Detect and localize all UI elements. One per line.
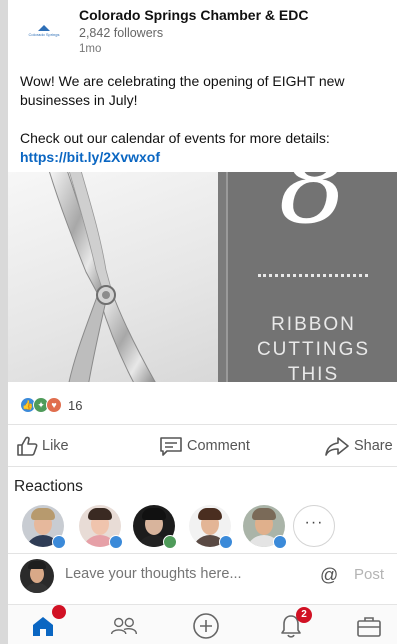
celebrate-badge-icon	[163, 535, 177, 549]
post-image[interactable]: 8 RIBBON CUTTINGS THIS	[8, 172, 397, 382]
notifications-badge: 2	[296, 607, 312, 623]
post-text: Wow! We are celebrating the opening of E…	[20, 72, 392, 167]
love-icon: ♥	[46, 397, 62, 413]
scissors-icon	[49, 172, 156, 382]
home-icon	[33, 617, 53, 636]
reactor-item[interactable]	[243, 505, 289, 551]
like-badge-icon	[109, 535, 123, 549]
home-dot-badge	[52, 605, 66, 619]
reaction-summary[interactable]: 👍 ✦ ♥ 16	[20, 396, 82, 414]
bottom-nav: 2	[8, 604, 397, 644]
post-text-line: Check out our calendar of events for mor…	[20, 130, 330, 146]
nav-network[interactable]	[109, 611, 139, 641]
my-avatar[interactable]	[20, 559, 54, 593]
ribbon-cuttings-panel: 8 RIBBON CUTTINGS THIS	[218, 172, 397, 382]
reactor-avatars: ···	[8, 505, 397, 551]
dotted-divider	[258, 274, 368, 277]
post-age: 1mo	[79, 43, 102, 55]
reaction-count: 16	[68, 397, 83, 413]
post-header: Colorado Springs Colorado Springs Chambe…	[8, 0, 397, 64]
post-screen: Colorado Springs Colorado Springs Chambe…	[8, 0, 397, 644]
comment-button[interactable]: Comment	[159, 436, 250, 456]
comment-input[interactable]	[65, 566, 295, 582]
share-label: Share	[354, 438, 393, 454]
more-reactions-button[interactable]: ···	[293, 505, 335, 547]
mountain-icon	[38, 25, 50, 31]
like-badge-icon	[219, 535, 233, 549]
nav-jobs[interactable]	[354, 611, 384, 641]
divider	[8, 424, 397, 425]
company-logo[interactable]: Colorado Springs	[22, 14, 66, 48]
follower-count: 2,842 followers	[79, 26, 164, 40]
caption-line: CUTTINGS	[256, 339, 371, 360]
reactor-item[interactable]	[133, 505, 179, 551]
action-bar: Like Comment Share	[8, 428, 397, 464]
like-badge-icon	[52, 535, 66, 549]
post-comment-button[interactable]: Post	[354, 566, 384, 583]
share-arrow-icon	[325, 437, 349, 456]
plus-circle-icon	[193, 613, 219, 639]
briefcase-icon	[357, 617, 381, 637]
caption-line: THIS	[287, 364, 340, 382]
divider	[8, 466, 397, 467]
logo-text: Colorado Springs	[28, 32, 60, 37]
like-button[interactable]: Like	[16, 436, 69, 456]
post-text-line: Wow! We are celebrating the opening of E…	[20, 73, 345, 108]
reactions-title: Reactions	[14, 478, 83, 495]
mention-button[interactable]: @	[320, 565, 338, 586]
big-number: 8	[278, 172, 349, 248]
divider	[8, 553, 397, 554]
reactor-item[interactable]	[79, 505, 125, 551]
post-link[interactable]: https://bit.ly/2Xvwxof	[20, 148, 392, 167]
thumbs-up-icon	[17, 436, 38, 456]
company-name[interactable]: Colorado Springs Chamber & EDC	[79, 7, 308, 23]
comment-icon	[160, 437, 182, 456]
reactor-item[interactable]	[189, 505, 235, 551]
caption-line: RIBBON	[271, 314, 356, 335]
like-label: Like	[42, 438, 69, 454]
comment-label: Comment	[187, 438, 250, 454]
comment-box: @ Post	[8, 556, 397, 596]
image-caption: RIBBON CUTTINGS THIS	[228, 312, 397, 382]
scissors-photo	[8, 172, 218, 382]
share-button[interactable]: Share	[324, 436, 393, 456]
nav-home[interactable]	[28, 605, 66, 641]
nav-notifications[interactable]: 2	[276, 607, 312, 641]
like-badge-icon	[273, 535, 287, 549]
nav-post[interactable]	[191, 611, 221, 641]
people-icon	[110, 617, 138, 635]
reactor-item[interactable]	[22, 505, 68, 551]
